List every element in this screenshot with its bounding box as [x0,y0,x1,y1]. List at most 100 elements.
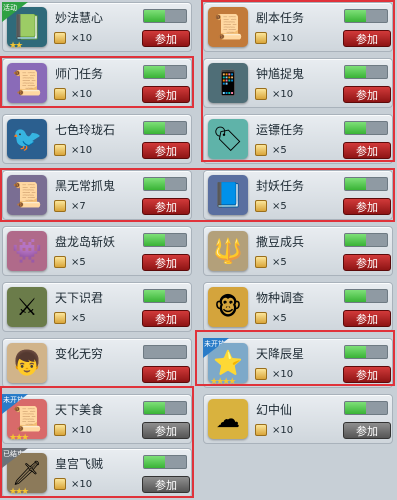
monster-icon: 👾 [7,231,47,271]
join-button[interactable]: 参加 [343,422,391,439]
task-panel: 📜 未开放 ★★★ 天下美食 ×10 参加 [2,394,192,444]
warrior-icon: ⚔ [7,287,47,327]
progress-bar [143,455,187,469]
progress-bar [143,233,187,247]
task-count: ×5 [272,313,287,324]
task-name: 黑无常抓鬼 [55,179,116,193]
task-count: ×10 [272,89,294,100]
spear-icon: 🔱 [208,231,248,271]
task-name: 妙法慧心 [55,11,104,25]
join-button[interactable]: 参加 [142,310,190,327]
task-panel: 🔱 撒豆成兵 ×5 参加 [203,226,393,276]
reward-icon [255,312,267,324]
task-panel: 📜 剧本任务 ×10 参加 [203,2,393,52]
task-panel: 📗 活动 ★★ 妙法慧心 ×10 参加 [2,2,192,52]
phone-icon: 📱 [208,63,248,103]
task-count: ×5 [272,257,287,268]
join-button[interactable]: 参加 [343,310,391,327]
task-panel: 🗡 已结束 ★★★ 皇宫飞贼 ×10 参加 [2,448,192,498]
task-count: ×10 [71,479,93,490]
task-count: ×5 [272,201,287,212]
progress-fill [144,456,165,468]
reward-icon [255,368,267,380]
progress-bar [344,401,388,415]
task-panel: ☁ 幻中仙 ×10 参加 [203,394,393,444]
progress-fill [345,10,366,22]
task-count: ×5 [71,313,86,324]
task-name: 撒豆成兵 [256,235,305,249]
reward-icon [54,312,66,324]
task-panel: 🐵 物种调查 ×5 参加 [203,282,393,332]
reward-icon [255,424,267,436]
join-button[interactable]: 参加 [343,30,391,47]
progress-bar [143,121,187,135]
progress-bar [143,177,187,191]
reward-icon [255,88,267,100]
join-button[interactable]: 参加 [142,476,190,493]
reward-icon [54,88,66,100]
task-name: 封妖任务 [256,179,305,193]
task-panel: 👾 盘龙岛斩妖 ×5 参加 [2,226,192,276]
progress-fill [144,10,165,22]
progress-fill [144,178,165,190]
join-button[interactable]: 参加 [142,86,190,103]
task-name: 剧本任务 [256,11,305,25]
join-button[interactable]: 参加 [142,30,190,47]
task-panel: 👦 变化无穷 参加 [2,338,192,388]
task-count: ×10 [272,425,294,436]
progress-bar [344,177,388,191]
progress-bar [344,9,388,23]
task-name: 幻中仙 [256,403,293,417]
book-icon: 📘 [208,175,248,215]
scroll-icon: 📜 [208,7,248,47]
join-button[interactable]: 参加 [142,366,190,383]
join-button[interactable]: 参加 [343,366,391,383]
reward-icon [255,32,267,44]
progress-fill [345,346,366,358]
join-button[interactable]: 参加 [142,142,190,159]
reward-icon [54,144,66,156]
progress-bar [344,289,388,303]
task-count: ×10 [71,145,93,156]
progress-fill [345,290,366,302]
task-name: 天下识君 [55,291,104,305]
join-button[interactable]: 参加 [142,254,190,271]
task-panel: ⚔ 天下识君 ×5 参加 [2,282,192,332]
task-name: 物种调查 [256,291,305,305]
task-count: ×10 [71,33,93,44]
task-panel: 📱 钟馗捉鬼 ×10 参加 [203,58,393,108]
join-button[interactable]: 参加 [343,86,391,103]
task-name: 师门任务 [55,67,104,81]
join-button[interactable]: 参加 [142,198,190,215]
progress-fill [345,66,366,78]
join-button[interactable]: 参加 [343,142,391,159]
progress-bar [344,65,388,79]
progress-fill [144,122,165,134]
join-button[interactable]: 参加 [343,254,391,271]
task-count: ×10 [71,425,93,436]
progress-fill [144,402,165,414]
task-count: ×7 [71,201,86,212]
progress-bar [143,401,187,415]
reward-icon [54,32,66,44]
task-count: ×5 [272,145,287,156]
task-panel: 📜 师门任务 ×10 参加 [2,58,192,108]
progress-fill [144,66,165,78]
task-panel: 🐦 七色玲珑石 ×10 参加 [2,114,192,164]
reward-icon [54,478,66,490]
reward-icon [255,200,267,212]
stars: ★★★★ [210,377,236,387]
join-button[interactable]: 参加 [343,198,391,215]
task-count: ×5 [71,257,86,268]
join-button[interactable]: 参加 [142,422,190,439]
task-panel: 📘 封妖任务 ×5 参加 [203,170,393,220]
task-name: 七色玲珑石 [55,123,116,137]
task-panel: 🏷 运镖任务 ×5 参加 [203,114,393,164]
progress-fill [345,402,366,414]
task-name: 皇宫飞贼 [55,457,104,471]
progress-bar [143,345,187,359]
reward-icon [54,424,66,436]
task-panel: ⭐ 未开放 ★★★★ 天降辰星 ×10 参加 [203,338,393,388]
bird-icon: 🐦 [7,119,47,159]
reward-icon [54,256,66,268]
